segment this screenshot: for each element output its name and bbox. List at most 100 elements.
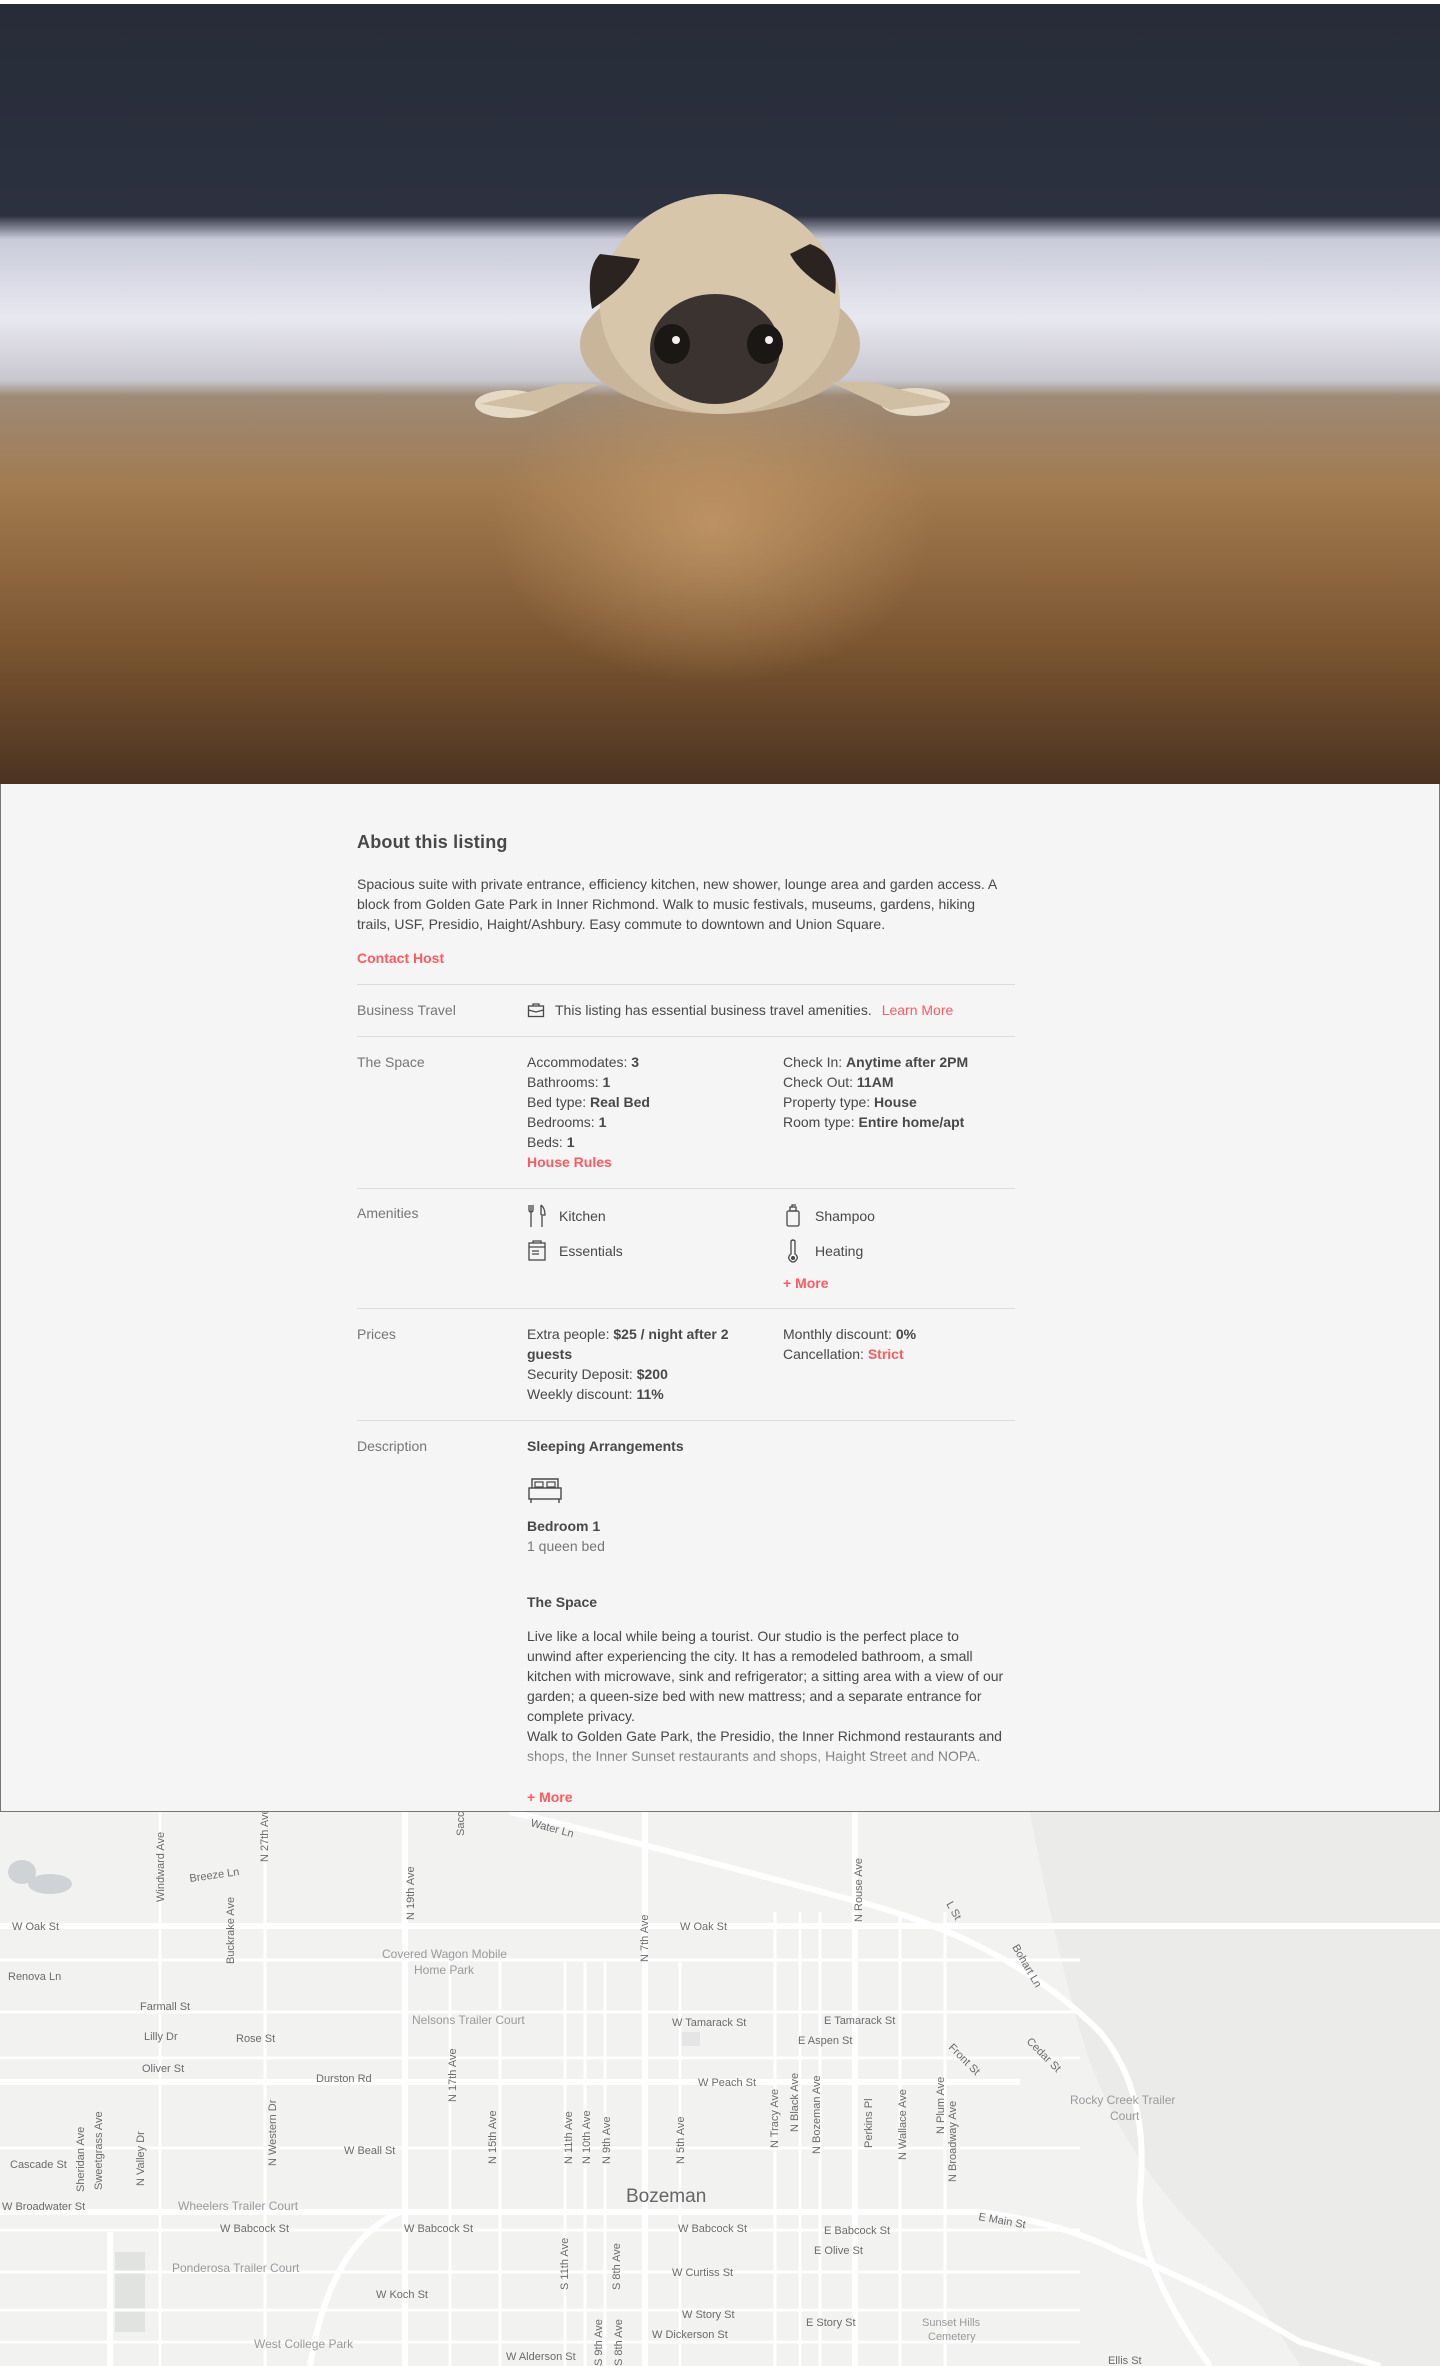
amenity-kitchen: Kitchen bbox=[527, 1204, 606, 1228]
amenities-label: Amenities bbox=[357, 1205, 419, 1221]
briefcase-icon bbox=[527, 1003, 545, 1018]
map-label: S 11th Ave bbox=[559, 2238, 571, 2290]
poi-label: Cemetery bbox=[928, 2331, 976, 2343]
map-label: E Olive St bbox=[814, 2245, 863, 2257]
map-label: Ellis St bbox=[1108, 2355, 1142, 2366]
map-label: W Babcock St bbox=[678, 2223, 747, 2235]
map-label: N Broadway Ave bbox=[947, 2101, 959, 2182]
poi-label: Rocky Creek Trailer bbox=[1070, 2093, 1175, 2107]
map-label: W Alderson St bbox=[506, 2351, 576, 2363]
map-label: Rose St bbox=[236, 2033, 275, 2045]
map-label: N Wallace Ave bbox=[897, 2089, 909, 2160]
map-label: E Main St bbox=[977, 2211, 1026, 2231]
description-more-link[interactable]: + More bbox=[527, 1787, 573, 1807]
map-label: Cedar St bbox=[1024, 2036, 1063, 2075]
map-label: W Koch St bbox=[376, 2289, 428, 2301]
map-label: N 27th Ave bbox=[259, 1812, 271, 1862]
listing-hero-photo bbox=[0, 0, 1440, 784]
space-room-type: Room type: Entire home/apt bbox=[783, 1114, 965, 1130]
map-label: W Oak St bbox=[680, 1921, 727, 1933]
map-label: Sweetgrass Ave bbox=[93, 2111, 105, 2190]
space-bedrooms: Bedrooms: 1 bbox=[527, 1114, 607, 1130]
map-label: S 9th Ave bbox=[593, 2319, 605, 2366]
essentials-icon bbox=[528, 1240, 546, 1261]
map-label: N Plum Ave bbox=[935, 2077, 947, 2134]
listing-details-panel: About this listing Spacious suite with p… bbox=[0, 784, 1440, 1812]
map-label: W Tamarack St bbox=[672, 2017, 746, 2029]
divider bbox=[357, 1420, 1015, 1421]
bed-icon bbox=[528, 1478, 562, 1503]
description-label: Description bbox=[357, 1438, 428, 1454]
space-left-column: Accommodates: 3 Bathrooms: 1 Bed type: R… bbox=[527, 1052, 650, 1172]
map-label: E Babcock St bbox=[824, 2225, 890, 2237]
house-rules-link[interactable]: House Rules bbox=[527, 1152, 650, 1172]
sleeping-arrangements-title: Sleeping Arrangements bbox=[527, 1438, 684, 1454]
poi-label: Covered Wagon Mobile bbox=[382, 1947, 507, 1961]
map-label: N Western Dr bbox=[267, 2099, 279, 2166]
space-check-out: Check Out: 11AM bbox=[783, 1074, 894, 1090]
price-cancellation: Cancellation: Strict bbox=[783, 1346, 904, 1362]
cancellation-policy-link[interactable]: Strict bbox=[868, 1346, 904, 1362]
space-property-type: Property type: House bbox=[783, 1094, 917, 1110]
space-accommodates: Accommodates: 3 bbox=[527, 1054, 640, 1070]
text-fade bbox=[517, 1739, 1017, 1789]
prices-right-column: Monthly discount: 0% Cancellation: Stric… bbox=[783, 1324, 916, 1364]
space-check-in: Check In: Anytime after 2PM bbox=[783, 1054, 969, 1070]
amenities-more-link[interactable]: + More bbox=[783, 1273, 829, 1293]
bedroom-title: Bedroom 1 bbox=[527, 1518, 601, 1534]
map-label: Farmall St bbox=[140, 2001, 190, 2013]
map-label: N 11th Ave bbox=[563, 2111, 575, 2164]
price-extra-people: Extra people: $25 / night after 2 bbox=[527, 1326, 729, 1342]
map-label: Perkins Pl bbox=[863, 2098, 875, 2148]
business-travel-text: This listing has essential business trav… bbox=[555, 1002, 872, 1018]
map-canvas[interactable]: W Oak St W Oak St Renova Ln Farmall St L… bbox=[0, 1812, 1440, 2366]
map-label: W Curtiss St bbox=[672, 2267, 733, 2279]
map-label: S 8th Ave bbox=[613, 2319, 625, 2366]
thermometer-icon bbox=[788, 1239, 798, 1263]
map-label: Front St bbox=[946, 2042, 982, 2078]
kitchen-icon bbox=[528, 1204, 546, 1227]
poi-label: Home Park bbox=[414, 1963, 475, 1977]
map-label: E Aspen St bbox=[798, 2035, 852, 2047]
map-city-label: Bozeman bbox=[626, 2186, 706, 2207]
location-map[interactable]: W Oak St W Oak St Renova Ln Farmall St L… bbox=[0, 1812, 1440, 2366]
contact-host-link[interactable]: Contact Host bbox=[357, 950, 444, 966]
map-label: N 7th Ave bbox=[639, 1915, 651, 1963]
map-label: E Story St bbox=[806, 2317, 856, 2329]
map-label: W Story St bbox=[682, 2309, 735, 2321]
divider bbox=[357, 1308, 1015, 1309]
map-label: Lilly Dr bbox=[144, 2031, 178, 2043]
map-label: W Dickerson St bbox=[652, 2329, 728, 2341]
map-label: N Bozeman Ave bbox=[811, 2075, 823, 2154]
prices-left-column: Extra people: $25 / night after 2 guests… bbox=[527, 1324, 757, 1404]
map-label: W Babcock St bbox=[404, 2223, 473, 2235]
map-label: Durston Rd bbox=[316, 2073, 372, 2085]
space-description-title: The Space bbox=[527, 1594, 598, 1610]
map-label: N 9th Ave bbox=[601, 2117, 613, 2165]
poi-label: West College Park bbox=[254, 2337, 354, 2351]
map-label: N 5th Ave bbox=[675, 2117, 687, 2165]
map-label: N 17th Ave bbox=[447, 2048, 459, 2102]
learn-more-link[interactable]: Learn More bbox=[882, 1000, 954, 1020]
business-travel-label: Business Travel bbox=[357, 1002, 456, 1018]
map-label: E Tamarack St bbox=[824, 2015, 895, 2027]
map-label: W Beall St bbox=[344, 2145, 395, 2157]
map-label: Cascade St bbox=[10, 2159, 67, 2171]
map-label: Windward Ave bbox=[155, 1832, 167, 1902]
business-travel-row: This listing has essential business trav… bbox=[527, 1000, 953, 1020]
space-beds: Beds: 1 bbox=[527, 1134, 575, 1150]
price-security-deposit: Security Deposit: $200 bbox=[527, 1366, 668, 1382]
price-weekly-discount: Weekly discount: 11% bbox=[527, 1386, 664, 1402]
map-label: N 19th Ave bbox=[405, 1866, 417, 1920]
map-label: N Tracy Ave bbox=[769, 2089, 781, 2148]
space-bathrooms: Bathrooms: 1 bbox=[527, 1074, 611, 1090]
map-label: Buckrake Ave bbox=[225, 1897, 237, 1964]
divider bbox=[357, 1188, 1015, 1189]
map-label: W Broadwater St bbox=[2, 2201, 85, 2213]
map-label: Oliver St bbox=[142, 2063, 184, 2075]
map-label: W Babcock St bbox=[220, 2223, 289, 2235]
price-extra-people-cont: guests bbox=[527, 1346, 573, 1362]
about-description: Spacious suite with private entrance, ef… bbox=[357, 876, 997, 932]
map-label: Renova Ln bbox=[8, 1971, 61, 1983]
space-right-column: Check In: Anytime after 2PM Check Out: 1… bbox=[783, 1052, 968, 1132]
